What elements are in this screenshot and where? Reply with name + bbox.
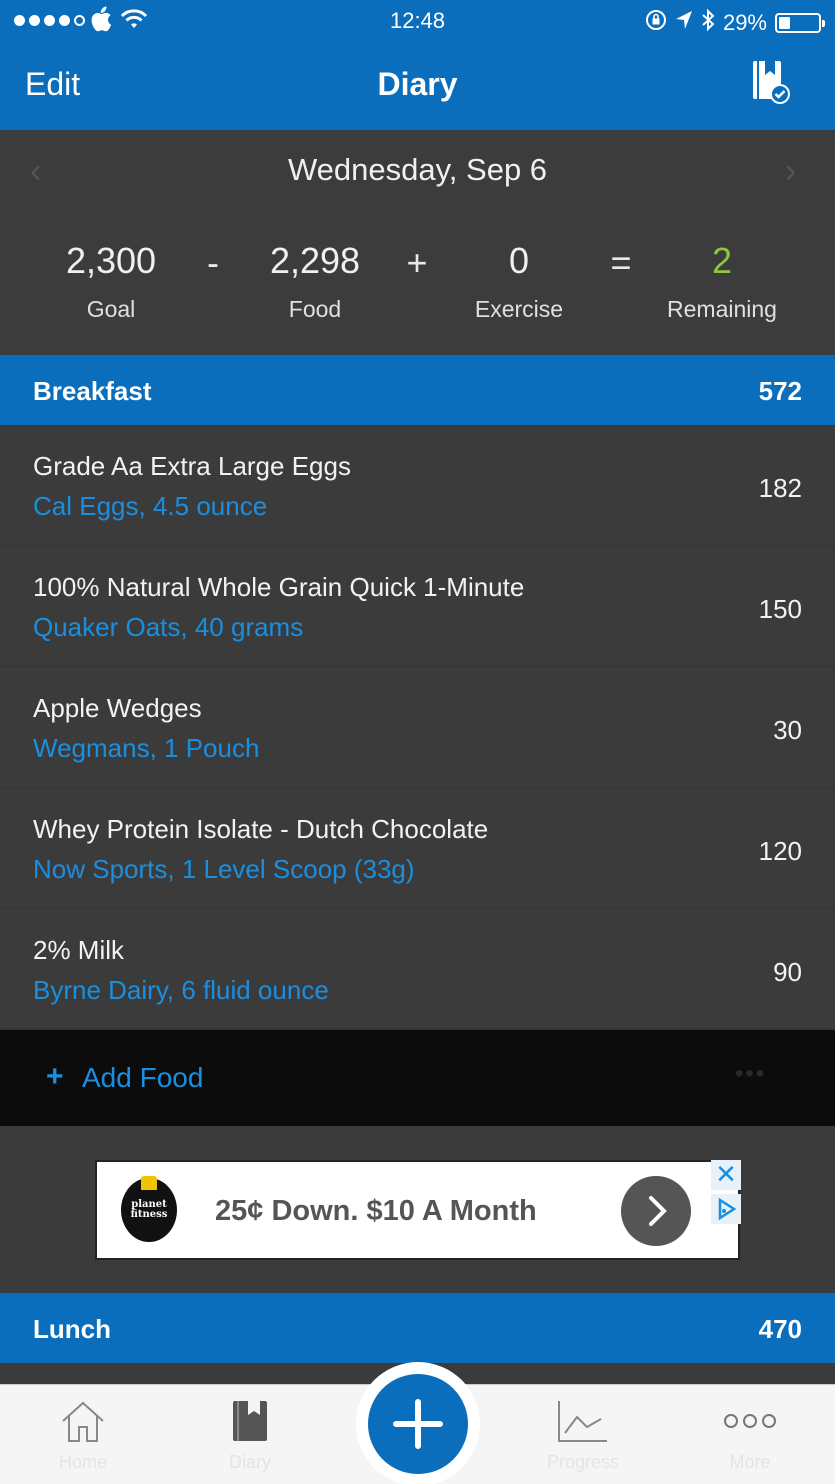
battery-fill bbox=[779, 17, 790, 29]
food-entry[interactable]: 2% Milk Byrne Dairy, 6 fluid ounce 90 bbox=[0, 909, 835, 1030]
food-calories: 120 bbox=[758, 836, 802, 866]
location-arrow-icon bbox=[675, 10, 693, 36]
goal-value: 2,300 bbox=[65, 240, 157, 281]
tab-label: More bbox=[729, 1452, 771, 1472]
exercise-summary: 0 Exercise bbox=[419, 240, 619, 323]
more-options-button[interactable]: ••• bbox=[735, 1060, 766, 1088]
battery-icon bbox=[775, 13, 825, 33]
food-entry[interactable]: Grade Aa Extra Large Eggs Cal Eggs, 4.5 … bbox=[0, 425, 835, 546]
ad-arrow-button[interactable] bbox=[621, 1176, 691, 1246]
page-title: Diary bbox=[377, 66, 458, 102]
tab-diary[interactable]: Diary bbox=[190, 1399, 310, 1473]
meal-calories: 470 bbox=[758, 1314, 802, 1344]
tab-home[interactable]: Home bbox=[23, 1399, 143, 1473]
nav-bar: Edit Diary bbox=[0, 42, 835, 130]
diary-checkmark-icon[interactable] bbox=[748, 58, 796, 108]
tab-label: Home bbox=[58, 1452, 107, 1472]
food-value: 2,298 bbox=[269, 240, 361, 281]
food-description: Wegmans, 1 Pouch bbox=[33, 733, 260, 763]
food-name: Grade Aa Extra Large Eggs bbox=[33, 451, 351, 481]
date-summary-panel: ‹ Wednesday, Sep 6 › 2,300 Goal - 2,298 … bbox=[0, 130, 835, 354]
goal-label: Goal bbox=[86, 296, 136, 322]
remaining-value: 2 bbox=[711, 240, 733, 281]
tab-label: Diary bbox=[228, 1452, 271, 1472]
tab-label: Progress bbox=[546, 1452, 620, 1472]
food-label: Food bbox=[288, 296, 342, 322]
lunch-header[interactable]: Lunch 470 bbox=[0, 1293, 835, 1363]
plus-icon: + bbox=[46, 1060, 64, 1093]
chevron-right-icon[interactable]: › bbox=[785, 152, 796, 191]
food-description: Now Sports, 1 Level Scoop (33g) bbox=[33, 854, 415, 884]
food-calories: 150 bbox=[758, 594, 802, 624]
progress-chart-icon bbox=[557, 1401, 609, 1447]
food-description: Byrne Dairy, 6 fluid ounce bbox=[33, 975, 329, 1005]
planet-fitness-logo: planet fitness bbox=[121, 1176, 177, 1242]
food-entry[interactable]: Whey Protein Isolate - Dutch Chocolate N… bbox=[0, 788, 835, 909]
food-name: 100% Natural Whole Grain Quick 1-Minute bbox=[33, 572, 525, 602]
rotation-lock-icon bbox=[645, 9, 667, 37]
food-name: Whey Protein Isolate - Dutch Chocolate bbox=[33, 814, 489, 844]
quick-add-button[interactable] bbox=[356, 1362, 480, 1484]
add-food-button[interactable]: + Add Food ••• bbox=[0, 1030, 835, 1126]
home-icon bbox=[59, 1401, 107, 1447]
exercise-label: Exercise bbox=[474, 296, 564, 322]
bluetooth-icon bbox=[701, 8, 715, 38]
tab-progress[interactable]: Progress bbox=[523, 1399, 643, 1473]
breakfast-header[interactable]: Breakfast 572 bbox=[0, 355, 835, 425]
close-icon[interactable]: ✕ bbox=[711, 1160, 741, 1190]
ad-banner[interactable]: planet fitness 25¢ Down. $10 A Month ✕ bbox=[95, 1160, 741, 1260]
ad-text: 25¢ Down. $10 A Month bbox=[215, 1195, 537, 1227]
food-name: 2% Milk bbox=[33, 935, 125, 965]
food-calories: 30 bbox=[773, 715, 802, 745]
diary-icon bbox=[230, 1401, 270, 1447]
adchoices-icon[interactable] bbox=[711, 1194, 741, 1224]
current-date: Wednesday, Sep 6 bbox=[287, 152, 548, 187]
more-dots-icon bbox=[722, 1414, 778, 1447]
remaining-summary: 2 Remaining bbox=[622, 240, 822, 323]
meal-name: Breakfast bbox=[33, 376, 152, 406]
food-entry[interactable]: Apple Wedges Wegmans, 1 Pouch 30 bbox=[0, 667, 835, 788]
food-description: Quaker Oats, 40 grams bbox=[33, 612, 304, 642]
food-name: Apple Wedges bbox=[33, 693, 202, 723]
remaining-label: Remaining bbox=[667, 296, 777, 322]
food-summary: 2,298 Food bbox=[215, 240, 415, 323]
meal-calories: 572 bbox=[758, 376, 802, 406]
food-description: Cal Eggs, 4.5 ounce bbox=[33, 491, 268, 521]
add-food-label: Add Food bbox=[82, 1062, 204, 1093]
exercise-value: 0 bbox=[508, 240, 530, 281]
food-calories: 182 bbox=[758, 473, 802, 503]
meal-name: Lunch bbox=[33, 1314, 111, 1344]
tab-more[interactable]: More bbox=[690, 1399, 810, 1473]
food-entry[interactable]: 100% Natural Whole Grain Quick 1-Minute … bbox=[0, 546, 835, 667]
food-calories: 90 bbox=[773, 957, 802, 987]
goal-summary: 2,300 Goal bbox=[11, 240, 211, 323]
plus-icon bbox=[368, 1374, 468, 1474]
battery-percent: 29% bbox=[722, 10, 767, 35]
status-bar: 12:48 29% bbox=[0, 0, 835, 42]
